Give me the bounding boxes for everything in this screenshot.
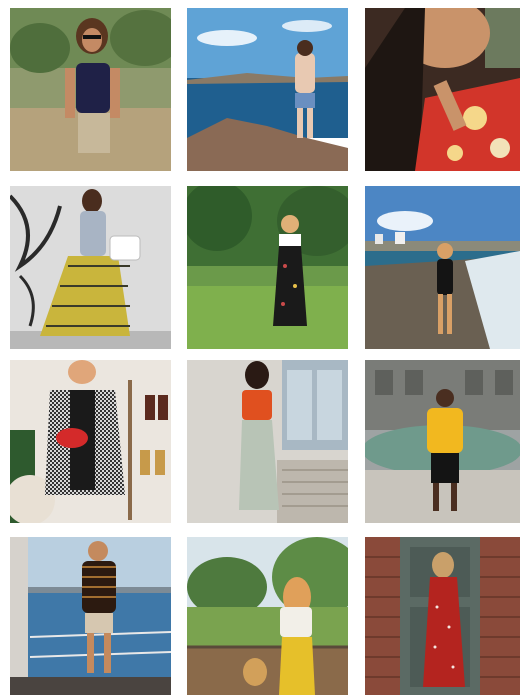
- photo-6-image: [365, 186, 520, 349]
- photo-9-image: [365, 360, 520, 523]
- photo-tile-8[interactable]: [187, 360, 348, 523]
- photo-11-image: [187, 537, 348, 695]
- photo-tile-9[interactable]: [365, 360, 520, 523]
- photo-tile-1[interactable]: [10, 8, 171, 171]
- photo-8-image: [187, 360, 348, 523]
- photo-tile-10[interactable]: [10, 537, 171, 695]
- photo-tile-6[interactable]: [365, 186, 520, 349]
- photo-1-image: [10, 8, 171, 171]
- photo-10-image: [10, 537, 171, 695]
- photo-2-image: [187, 8, 348, 171]
- photo-5-image: [187, 186, 348, 349]
- photo-12-image: [365, 537, 520, 695]
- photo-7-image: [10, 360, 171, 523]
- photo-tile-7[interactable]: [10, 360, 171, 523]
- photo-tile-2[interactable]: [187, 8, 348, 171]
- photo-4-image: [10, 186, 171, 349]
- photo-tile-5[interactable]: [187, 186, 348, 349]
- photo-tile-4[interactable]: [10, 186, 171, 349]
- photo-tile-12[interactable]: [365, 537, 520, 695]
- photo-grid: [0, 0, 520, 695]
- photo-tile-11[interactable]: [187, 537, 348, 695]
- photo-3-image: [365, 8, 520, 171]
- photo-tile-3[interactable]: [365, 8, 520, 171]
